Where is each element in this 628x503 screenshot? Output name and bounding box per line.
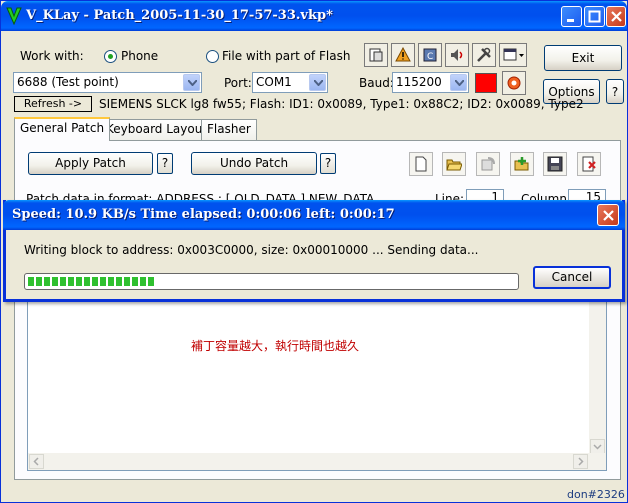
work-with-label: Work with: [20, 49, 84, 63]
reload-button[interactable] [476, 152, 500, 176]
tools-icon [477, 47, 491, 62]
stop-button[interactable] [502, 71, 526, 95]
cancel-button[interactable]: Cancel [533, 266, 611, 289]
chip-icon: C [423, 48, 437, 62]
port-select[interactable]: COM1 [252, 72, 328, 93]
port-select-value: COM1 [256, 75, 292, 89]
phone-radio[interactable] [104, 50, 117, 63]
window-icon [503, 48, 524, 61]
new-file-icon [415, 156, 427, 172]
toolbar-button-chip[interactable]: C [418, 43, 442, 67]
open-file-button[interactable] [442, 152, 466, 176]
stop-icon [507, 76, 521, 90]
tab-keyboard-layout[interactable]: Keyboard Layout [100, 119, 214, 140]
toolbar-button-warning[interactable] [391, 43, 415, 67]
minimize-icon [567, 19, 574, 22]
dialog-title: Speed: 10.9 KB/s Time elapsed: 0:00:06 l… [12, 207, 395, 222]
add-icon [514, 157, 529, 171]
progress-fill [28, 277, 156, 286]
toolbar-button-phonebook[interactable] [364, 43, 388, 67]
tab-flasher[interactable]: Flasher [201, 119, 257, 140]
dialog-message: Writing block to address: 0x003C0000, si… [24, 243, 479, 257]
refresh-button[interactable]: Refresh -> [14, 96, 92, 112]
minimize-button[interactable] [561, 6, 582, 27]
svg-text:C: C [427, 52, 433, 62]
tab-general-patch[interactable]: General Patch [14, 117, 111, 141]
new-file-button[interactable] [409, 152, 433, 176]
connection-status-indicator [475, 73, 497, 93]
apply-patch-button[interactable]: Apply Patch [28, 152, 153, 175]
maximize-icon [588, 10, 601, 23]
port-dropdown-button[interactable] [309, 74, 326, 91]
device-select[interactable]: 6688 (Test point) [13, 72, 202, 93]
toolbar-button-window[interactable] [499, 43, 527, 67]
exit-button[interactable]: Exit [544, 45, 622, 71]
exit-icon [582, 156, 596, 172]
file-radio-label[interactable]: File with part of Flash [222, 49, 350, 63]
scroll-left-button[interactable] [29, 454, 44, 469]
toolbar-button-speaker[interactable] [445, 43, 469, 67]
undo-patch-help-button[interactable]: ? [320, 153, 336, 174]
chevron-left-icon [33, 457, 39, 466]
chevron-right-icon [578, 457, 584, 466]
exit-patch-button[interactable] [577, 152, 601, 176]
progress-dialog: Speed: 10.9 KB/s Time elapsed: 0:00:06 l… [3, 200, 625, 302]
maximize-button[interactable] [584, 6, 605, 27]
device-select-value: 6688 (Test point) [17, 75, 119, 89]
signature-text: don#2326 [567, 488, 625, 501]
file-radio[interactable] [206, 50, 219, 63]
phone-book-icon [369, 48, 383, 62]
undo-patch-button[interactable]: Undo Patch [191, 152, 317, 175]
baud-label: Baud: [359, 76, 394, 90]
reload-icon [481, 157, 495, 171]
close-button[interactable] [606, 6, 626, 27]
close-icon [611, 11, 622, 22]
open-folder-icon [446, 159, 462, 171]
chevron-down-icon [455, 80, 464, 86]
port-label: Port: [224, 76, 252, 90]
add-patch-button[interactable] [510, 152, 534, 176]
chevron-down-icon [188, 80, 197, 86]
window-title: V_KLay - Patch_2005-11-30_17-57-33.vkp* [26, 8, 333, 23]
editor-note-text: 補丁容量越大，執行時間也越久 [191, 339, 360, 353]
patch-editor[interactable]: 補丁容量越大，執行時間也越久 [27, 291, 607, 471]
toolbar: C [364, 43, 528, 69]
scroll-down-button[interactable] [590, 439, 605, 454]
dialog-close-button[interactable] [597, 204, 619, 226]
baud-select[interactable]: 115200 [392, 72, 469, 93]
scroll-right-button[interactable] [573, 454, 588, 469]
chevron-down-icon [314, 80, 323, 86]
dialog-title-bar[interactable]: Speed: 10.9 KB/s Time elapsed: 0:00:06 l… [3, 200, 625, 230]
vertical-scrollbar[interactable] [589, 292, 606, 455]
progress-bar [24, 273, 519, 290]
horizontal-scrollbar[interactable] [28, 453, 606, 470]
phone-info-text: SIEMENS SLCK lg8 fw55; Flash: ID1: 0x008… [99, 97, 584, 111]
baud-select-value: 115200 [396, 75, 442, 89]
app-logo-icon [6, 7, 22, 25]
speaker-icon [451, 49, 463, 61]
save-button[interactable] [543, 152, 567, 176]
phone-radio-label[interactable]: Phone [121, 49, 158, 63]
toolbar-button-tools[interactable] [472, 43, 496, 67]
chevron-down-icon [593, 444, 602, 450]
warning-icon [395, 47, 411, 62]
device-dropdown-button[interactable] [183, 74, 200, 91]
close-icon [603, 210, 614, 221]
baud-dropdown-button[interactable] [450, 74, 467, 91]
save-icon [547, 156, 563, 172]
title-bar[interactable]: V_KLay - Patch_2005-11-30_17-57-33.vkp* [1, 1, 627, 31]
help-button[interactable]: ? [606, 79, 624, 104]
apply-patch-help-button[interactable]: ? [157, 153, 173, 174]
